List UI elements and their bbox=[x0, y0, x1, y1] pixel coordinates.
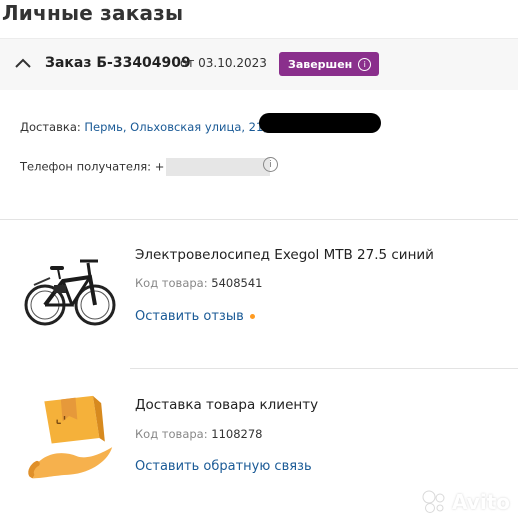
product-code-label: Код товара: bbox=[135, 427, 208, 441]
order-details: Доставка: Пермь, Ольховская улица, 21, Т… bbox=[0, 90, 518, 220]
phone-label: Телефон получателя: bbox=[20, 159, 152, 174]
product-code-label: Код товара: bbox=[135, 276, 208, 290]
info-icon[interactable]: i bbox=[263, 157, 278, 172]
leave-review-link[interactable]: Оставить отзыв bbox=[135, 309, 255, 324]
delivery-label: Доставка: bbox=[20, 120, 81, 134]
leave-feedback-link[interactable]: Оставить обратную связь bbox=[135, 459, 312, 474]
order-date: от 03.10.2023 bbox=[180, 56, 267, 70]
leave-review-label[interactable]: Оставить отзыв bbox=[135, 309, 244, 324]
order-header[interactable]: Заказ Б-33404909 от 03.10.2023 Завершен … bbox=[0, 38, 518, 90]
bicycle-icon[interactable] bbox=[20, 235, 120, 345]
product-code: Код товара: 1108278 bbox=[135, 427, 262, 441]
info-icon[interactable]: i bbox=[358, 57, 372, 71]
product-code-value: 1108278 bbox=[211, 427, 263, 441]
page-title: Личные заказы bbox=[2, 1, 184, 25]
phone-value-masked bbox=[166, 158, 271, 176]
delivery-row: Доставка: Пермь, Ольховская улица, 21, bbox=[20, 120, 267, 134]
phone-row: Телефон получателя: + bbox=[20, 158, 271, 176]
chevron-up-icon[interactable] bbox=[14, 54, 32, 72]
notification-dot bbox=[249, 314, 255, 319]
avito-logo-icon bbox=[422, 490, 445, 513]
product-code: Код товара: 5408541 bbox=[135, 276, 262, 290]
phone-prefix: + bbox=[154, 159, 165, 174]
watermark-text: Avito bbox=[452, 490, 510, 514]
status-label: Завершен bbox=[288, 57, 353, 71]
product-title[interactable]: Электровелосипед Exegol MTB 27.5 синий bbox=[135, 247, 434, 263]
product-title[interactable]: Доставка товара клиенту bbox=[135, 397, 318, 413]
delivery-address[interactable]: Пермь, Ольховская улица, 21, bbox=[84, 120, 267, 134]
order-number: Заказ Б-33404909 bbox=[45, 55, 191, 71]
product-code-value: 5408541 bbox=[211, 276, 263, 290]
redaction-mark bbox=[259, 113, 381, 133]
avito-watermark: Avito bbox=[420, 488, 510, 516]
status-badge[interactable]: Завершен i bbox=[279, 52, 380, 76]
delivery-box-icon[interactable] bbox=[20, 383, 120, 493]
product-item: Электровелосипед Exegol MTB 27.5 синий К… bbox=[0, 221, 518, 368]
